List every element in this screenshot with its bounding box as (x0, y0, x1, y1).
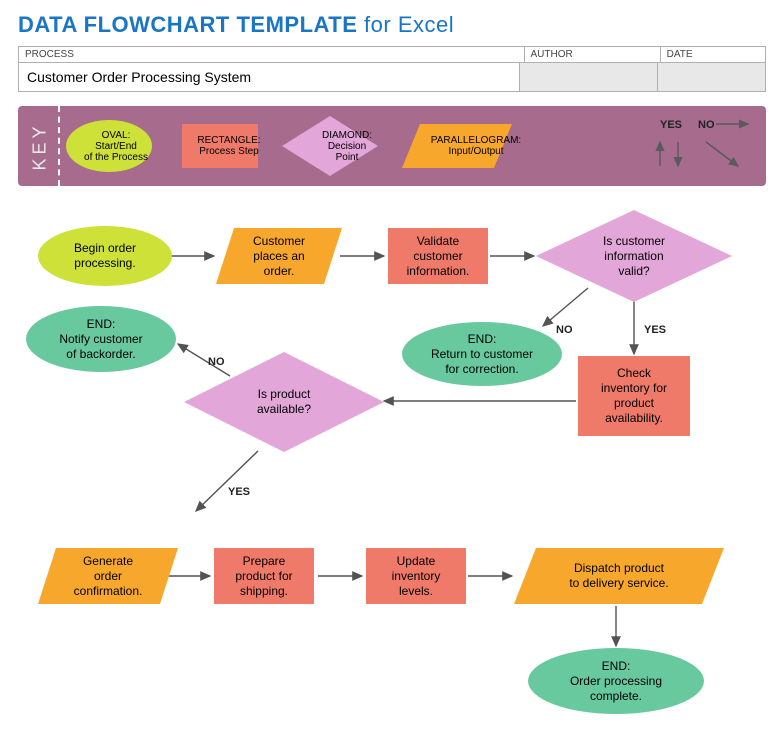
key-oval-label: OVAL: Start/End of the Process (76, 130, 156, 163)
key-yes-label: YES (660, 119, 682, 131)
title-suffix: for Excel (364, 12, 454, 37)
title-main: DATA FLOWCHART TEMPLATE (18, 12, 357, 37)
node-prepare: Prepare product for shipping. (214, 548, 314, 604)
key-diamond-label: DIAMOND: Decision Point (302, 130, 392, 163)
key-rect-label: RECTANGLE: Process Step (194, 135, 264, 157)
label-yes-1: YES (644, 324, 666, 336)
node-is-valid-text: Is customer information valid? (536, 210, 732, 302)
key-band: KEY OVAL: Start/End of the Process RECTA… (18, 106, 766, 186)
node-end-complete-text: END: Order processing complete. (528, 648, 704, 714)
node-update-inv: Update inventory levels. (366, 548, 466, 604)
node-end-backorder-text: END: Notify customer of backorder. (26, 306, 176, 372)
node-gen-conf-text: Generate order confirmation. (38, 548, 178, 604)
author-value[interactable] (520, 63, 658, 91)
date-value[interactable] (658, 63, 765, 91)
flowchart-canvas: Begin order processing. Customer places … (18, 196, 766, 736)
header-author: AUTHOR (525, 47, 661, 62)
node-begin-text: Begin order processing. (38, 226, 172, 286)
key-label: KEY (22, 106, 60, 186)
page-title: DATA FLOWCHART TEMPLATE for Excel (18, 12, 766, 38)
key-arrows: YES NO (598, 114, 758, 178)
label-yes-2: YES (228, 486, 250, 498)
node-customer-order-text: Customer places an order. (216, 228, 342, 284)
arrow-diag-icon (706, 142, 738, 166)
header-process: PROCESS (19, 47, 525, 62)
header-date: DATE (661, 47, 765, 62)
node-validate: Validate customer information. (388, 228, 488, 284)
header-row: PROCESS AUTHOR DATE (18, 46, 766, 63)
node-dispatch-text: Dispatch product to delivery service. (514, 548, 724, 604)
label-no-2: NO (208, 356, 225, 368)
node-check-inv: Check inventory for product availability… (578, 356, 690, 436)
process-row: Customer Order Processing System (18, 63, 766, 92)
process-name[interactable]: Customer Order Processing System (19, 63, 520, 91)
node-end-return-text: END: Return to customer for correction. (402, 322, 562, 386)
key-no-label: NO (698, 119, 715, 131)
key-para-label: PARALLELOGRAM: Input/Output (426, 135, 526, 157)
